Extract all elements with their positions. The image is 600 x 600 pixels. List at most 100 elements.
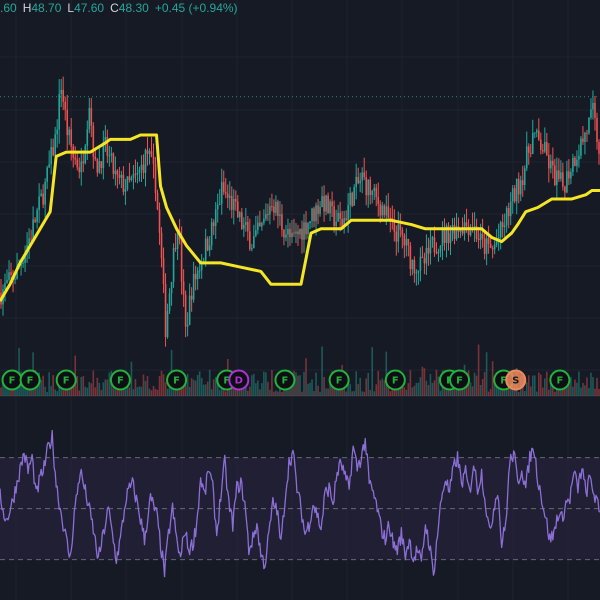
candle-body [443,229,446,243]
candle-body [365,177,368,196]
volume-bar [142,374,145,396]
volume-bar [84,386,87,396]
volume-bar [144,380,147,396]
event-marker-f[interactable]: F [384,369,406,391]
candle-body [212,222,215,227]
volume-bar [108,372,111,396]
candle-body [305,222,307,235]
candle-body [531,132,534,154]
volume-bar [263,371,265,396]
candle-body [355,176,357,188]
candle-body [399,224,402,230]
event-marker-f[interactable]: F [549,369,571,391]
ohlc-item: L47.60 [67,1,104,17]
candle-body [220,182,223,204]
volume-bar [419,377,422,396]
candle-body [323,196,325,212]
event-marker-f[interactable]: F [109,369,131,391]
candle-body [337,212,339,222]
candle-body [46,167,48,182]
volume-bar [297,375,299,396]
volume-bar [247,390,249,396]
volume-bar [307,383,309,396]
candle-body [241,212,243,229]
candle-body [283,229,285,238]
volume-bar [56,391,58,396]
candle-body [140,164,143,170]
volume-bar [415,382,418,396]
volume-bar [88,381,91,396]
volume-bar [489,389,492,396]
volume-bar [517,391,520,396]
volume-bar [574,379,576,396]
volume-bar [204,384,207,396]
candle-body [50,147,52,165]
candle-body [96,159,99,173]
candle-body [144,150,147,173]
candle-body [52,147,54,156]
candle-body [265,214,267,219]
volume-bar [365,378,368,396]
volume-bar [138,386,141,396]
candle-body [218,203,221,205]
candle-body [150,151,153,157]
volume-bar [76,376,79,396]
candle-body [333,206,335,226]
candle-body [558,170,560,179]
volume-bar [253,373,255,396]
volume-bar [48,372,50,396]
volume-bar [140,386,143,396]
event-marker-f[interactable]: F [328,369,350,391]
volume-bar [249,386,251,396]
price-chart[interactable]: FFFFFFDFFFFFFSF [0,0,600,600]
candle-body [275,201,277,213]
candle-body [78,167,81,173]
volume-bar [357,384,359,396]
candle-body [537,130,540,140]
candle-body [70,129,73,147]
volume-bar [269,389,271,396]
candle-body [395,231,398,242]
candle-body [548,154,550,169]
candle-body [554,165,556,185]
event-label: F [392,376,399,387]
volume-bar [586,377,588,396]
ohlc-value: 47.60 [74,1,105,15]
volume-bar [375,384,378,396]
volume-bar [154,388,157,396]
candle-body [234,198,237,202]
event-marker-f[interactable]: F [166,369,188,391]
volume-bar [594,388,596,396]
volume-bar [80,377,83,396]
candle-body [303,222,305,240]
candle-body [533,132,536,134]
event-marker-f[interactable]: F [19,369,41,391]
candle-body [403,235,406,246]
event-marker-f[interactable]: F [274,369,296,391]
candle-body [267,214,269,216]
event-marker-d[interactable]: D [228,369,250,391]
event-marker-f[interactable]: F [449,369,471,391]
candle-body [359,180,361,184]
candle-body [431,237,434,240]
volume-bar [578,371,580,396]
candle-body [245,222,247,225]
volume-bar [590,372,592,396]
candle-body [489,243,492,248]
candle-body [184,294,187,327]
event-marker-f[interactable]: F [55,369,77,391]
volume-bar [273,391,275,396]
event-marker-s[interactable]: S [505,369,527,391]
volume-bar [580,387,582,396]
candle-body [6,279,8,284]
candle-body [590,109,592,118]
volume-bar [136,387,139,396]
event-marker-f[interactable]: F [1,369,23,391]
volume-bar [531,375,534,396]
candle-body [483,238,486,254]
volume-bar [42,375,44,396]
candle-body [116,170,119,175]
volume-bar [313,391,315,396]
volume-bar [548,389,550,396]
candle-body [556,170,558,185]
